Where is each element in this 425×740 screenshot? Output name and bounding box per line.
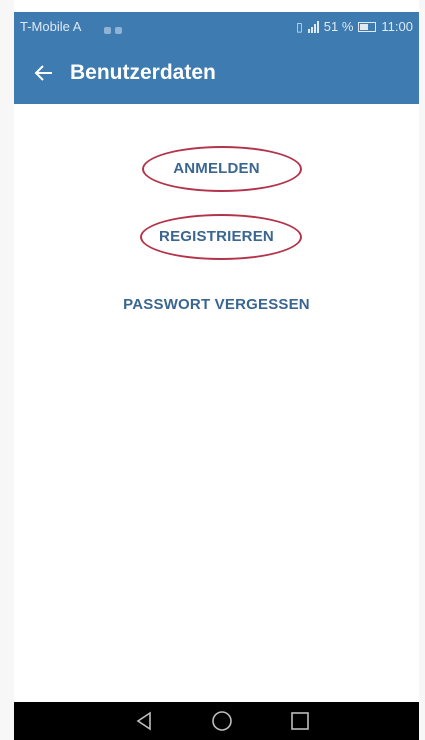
battery-icon <box>358 21 377 32</box>
carrier-name: T-Mobile A <box>20 19 82 34</box>
signal-icon <box>307 20 319 33</box>
square-recents-icon[interactable] <box>288 709 312 733</box>
status-bar: T-Mobile A ▯ 51 % 11:00 <box>14 12 419 42</box>
page-title: Benutzerdaten <box>70 61 216 84</box>
triangle-back-icon[interactable] <box>132 709 156 733</box>
battery-percent: 51 % <box>323 19 354 34</box>
status-indicators: ▯ 51 % 11:00 <box>296 19 413 34</box>
notification-icon <box>115 27 122 34</box>
app-bar: Benutzerdaten <box>14 42 419 104</box>
left-edge <box>0 0 14 740</box>
clock: 11:00 <box>381 19 413 34</box>
login-button[interactable]: ANMELDEN <box>14 160 419 177</box>
notification-icons <box>104 22 128 34</box>
notification-icon <box>104 27 111 34</box>
user-data-menu: ANMELDEN REGISTRIEREN PASSWORT VERGESSEN <box>14 104 419 702</box>
phone-screen: T-Mobile A ▯ 51 % 11:00 Benutzerdaten AN… <box>14 12 419 740</box>
forgot-password-button[interactable]: PASSWORT VERGESSEN <box>14 296 419 313</box>
screenshot-frame: T-Mobile A ▯ 51 % 11:00 Benutzerdaten AN… <box>0 0 425 740</box>
circle-home-icon[interactable] <box>210 709 234 733</box>
vibrate-icon: ▯ <box>296 19 303 34</box>
arrow-left-icon[interactable] <box>24 53 64 93</box>
system-navigation-bar <box>14 702 419 740</box>
right-edge <box>419 0 425 740</box>
register-button[interactable]: REGISTRIEREN <box>14 228 419 245</box>
